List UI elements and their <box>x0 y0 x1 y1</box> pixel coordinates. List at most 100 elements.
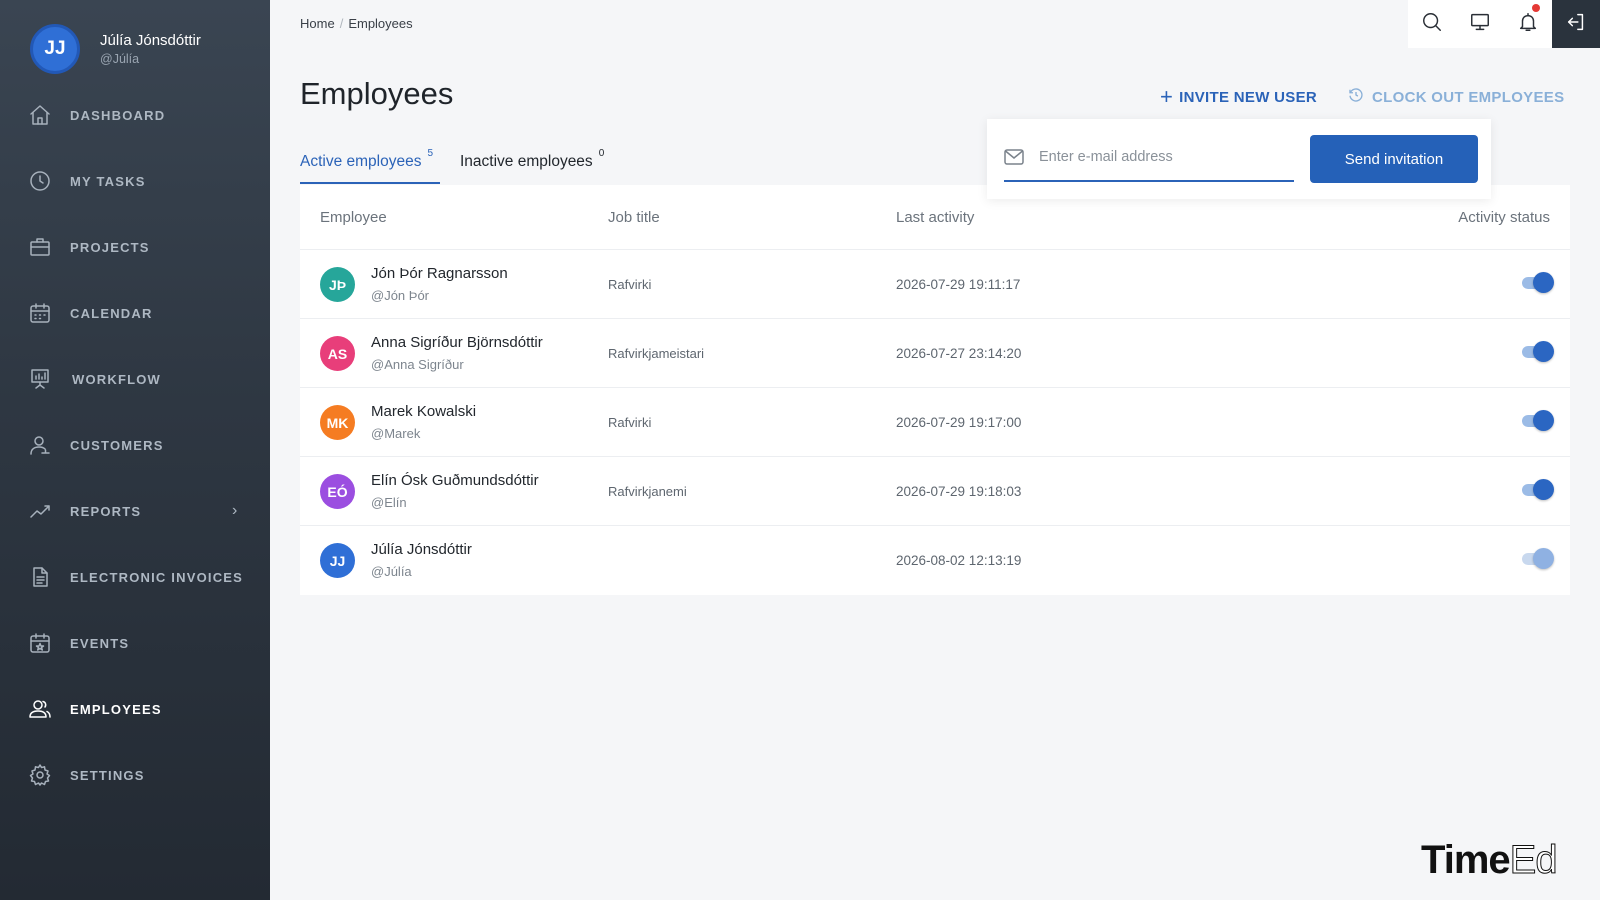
sidebar-item-customers[interactable]: CUSTOMERS <box>0 425 270 465</box>
user-profile[interactable]: JJ Júlía Jónsdóttir @Júlía <box>30 24 201 74</box>
job-title: Rafvirki <box>608 277 652 292</box>
sidebar-item-my-tasks[interactable]: MY TASKS <box>0 161 270 201</box>
employee-name[interactable]: Jón Þór Ragnarsson <box>371 265 508 282</box>
avatar: MK <box>320 405 355 440</box>
document-icon <box>28 565 52 589</box>
tab-count: 5 <box>427 148 434 159</box>
employee-name[interactable]: Marek Kowalski <box>371 403 476 420</box>
employee-handle: @Marek <box>371 426 421 441</box>
notifications-button[interactable] <box>1504 0 1552 48</box>
user-icon <box>28 433 52 457</box>
sidebar-item-workflow[interactable]: WORKFLOW <box>0 359 270 399</box>
sidebar-item-label: EMPLOYEES <box>70 701 162 717</box>
activity-status-toggle[interactable] <box>1522 479 1554 501</box>
page-title: Employees <box>300 76 454 111</box>
table-row[interactable]: AS Anna Sigríður Björnsdóttir @Anna Sigr… <box>300 318 1570 387</box>
tab-inactive-employees[interactable]: Inactive employees 0 <box>460 148 604 171</box>
sidebar-item-settings[interactable]: SETTINGS <box>0 755 270 795</box>
calendar-icon <box>28 301 52 325</box>
column-header-employee[interactable]: Employee <box>320 209 387 226</box>
invite-popover: Send invitation <box>987 119 1491 199</box>
sidebar-item-label: REPORTS <box>70 503 142 519</box>
column-header-last-activity[interactable]: Last activity <box>896 209 974 226</box>
sidebar-item-label: CUSTOMERS <box>70 437 164 453</box>
calendar-star-icon <box>28 631 52 655</box>
display-button[interactable] <box>1456 0 1504 48</box>
employee-handle: @Jón Þór <box>371 288 429 303</box>
home-icon <box>28 103 52 127</box>
job-title: Rafvirkjameistari <box>608 346 705 361</box>
sidebar-item-calendar[interactable]: CALENDAR <box>0 293 270 333</box>
logout-button[interactable] <box>1552 0 1600 48</box>
employee-handle: @Elín <box>371 495 407 510</box>
sidebar-item-label: EVENTS <box>70 635 130 651</box>
breadcrumb-home[interactable]: Home <box>300 16 335 31</box>
employee-handle: @Júlía <box>371 564 412 579</box>
avatar: JÞ <box>320 267 355 302</box>
sidebar-item-label: DASHBOARD <box>70 107 166 123</box>
tab-count: 0 <box>598 148 605 159</box>
table-row[interactable]: EÓ Elín Ósk Guðmundsdóttir @Elín Rafvirk… <box>300 456 1570 525</box>
sidebar-item-label: CALENDAR <box>70 305 153 321</box>
logout-icon <box>1565 11 1587 38</box>
last-activity: 2026-07-29 19:11:17 <box>896 277 1021 292</box>
sidebar-item-label: PROJECTS <box>70 239 150 255</box>
clockout-label: CLOCK OUT EMPLOYEES <box>1372 88 1565 106</box>
bell-icon <box>1517 11 1539 38</box>
email-input[interactable] <box>1039 145 1274 169</box>
sidebar-item-electronic-invoices[interactable]: ELECTRONIC INVOICES <box>0 557 270 597</box>
job-title: Rafvirkjanemi <box>608 484 687 499</box>
tab-active-employees[interactable]: Active employees 5 <box>300 148 433 171</box>
avatar: JJ <box>320 543 355 578</box>
breadcrumb: Home / Employees <box>300 16 413 31</box>
clock-out-employees-button[interactable]: CLOCK OUT EMPLOYEES <box>1347 86 1564 108</box>
activity-status-toggle[interactable] <box>1522 341 1554 363</box>
sidebar-item-employees[interactable]: EMPLOYEES <box>0 689 270 729</box>
breadcrumb-current: Employees <box>348 16 413 31</box>
clock-back-icon <box>1347 86 1372 108</box>
presentation-chart-icon <box>28 367 52 391</box>
employee-handle: @Anna Sigríður <box>371 357 464 372</box>
employees-table: Employee Job title Last activity Activit… <box>300 185 1570 595</box>
last-activity: 2026-07-27 23:14:20 <box>896 346 1022 361</box>
table-row[interactable]: JÞ Jón Þór Ragnarsson @Jón Þór Rafvirki … <box>300 249 1570 318</box>
sidebar-item-projects[interactable]: PROJECTS <box>0 227 270 267</box>
timeed-logo: TimeEd <box>1421 838 1558 883</box>
activity-status-toggle[interactable] <box>1522 548 1554 570</box>
invite-label: INVITE NEW USER <box>1179 88 1318 106</box>
last-activity: 2026-07-29 19:17:00 <box>896 415 1022 430</box>
sidebar: JJ Júlía Jónsdóttir @Júlía DASHBOARD MY … <box>0 0 270 900</box>
employee-name[interactable]: Elín Ósk Guðmundsdóttir <box>371 472 539 489</box>
employee-name[interactable]: Júlía Jónsdóttir <box>371 541 472 558</box>
column-header-activity-status[interactable]: Activity status <box>1458 209 1550 226</box>
column-header-job-title[interactable]: Job title <box>608 209 660 226</box>
sidebar-item-reports[interactable]: REPORTS › <box>0 491 270 531</box>
user-handle: @Júlía <box>100 52 140 66</box>
invite-new-user-button[interactable]: + INVITE NEW USER <box>1160 86 1317 108</box>
employee-name[interactable]: Anna Sigríður Björnsdóttir <box>371 334 543 351</box>
activity-status-toggle[interactable] <box>1522 410 1554 432</box>
search-button[interactable] <box>1408 0 1456 48</box>
table-row[interactable]: MK Marek Kowalski @Marek Rafvirki 2026-0… <box>300 387 1570 456</box>
sidebar-item-label: SETTINGS <box>70 767 145 783</box>
avatar: AS <box>320 336 355 371</box>
activity-status-toggle[interactable] <box>1522 272 1554 294</box>
clock-icon <box>28 169 52 193</box>
table-row[interactable]: JJ Júlía Jónsdóttir @Júlía 2026-08-02 12… <box>300 525 1570 594</box>
email-input-underline <box>1004 180 1294 182</box>
users-icon <box>28 697 52 721</box>
avatar: JJ <box>30 24 80 74</box>
gear-icon <box>28 763 52 787</box>
briefcase-icon <box>28 235 52 259</box>
sidebar-item-dashboard[interactable]: DASHBOARD <box>0 95 270 135</box>
user-name: Júlía Jónsdóttir <box>100 32 201 49</box>
avatar: EÓ <box>320 474 355 509</box>
send-invitation-button[interactable]: Send invitation <box>1310 135 1478 183</box>
top-toolbar <box>1408 0 1600 48</box>
trend-line-icon <box>28 499 52 523</box>
sidebar-item-label: ELECTRONIC INVOICES <box>70 569 244 585</box>
envelope-icon <box>1004 149 1024 165</box>
last-activity: 2026-08-02 12:13:19 <box>896 553 1022 568</box>
sidebar-item-label: WORKFLOW <box>72 371 162 387</box>
sidebar-item-events[interactable]: EVENTS <box>0 623 270 663</box>
